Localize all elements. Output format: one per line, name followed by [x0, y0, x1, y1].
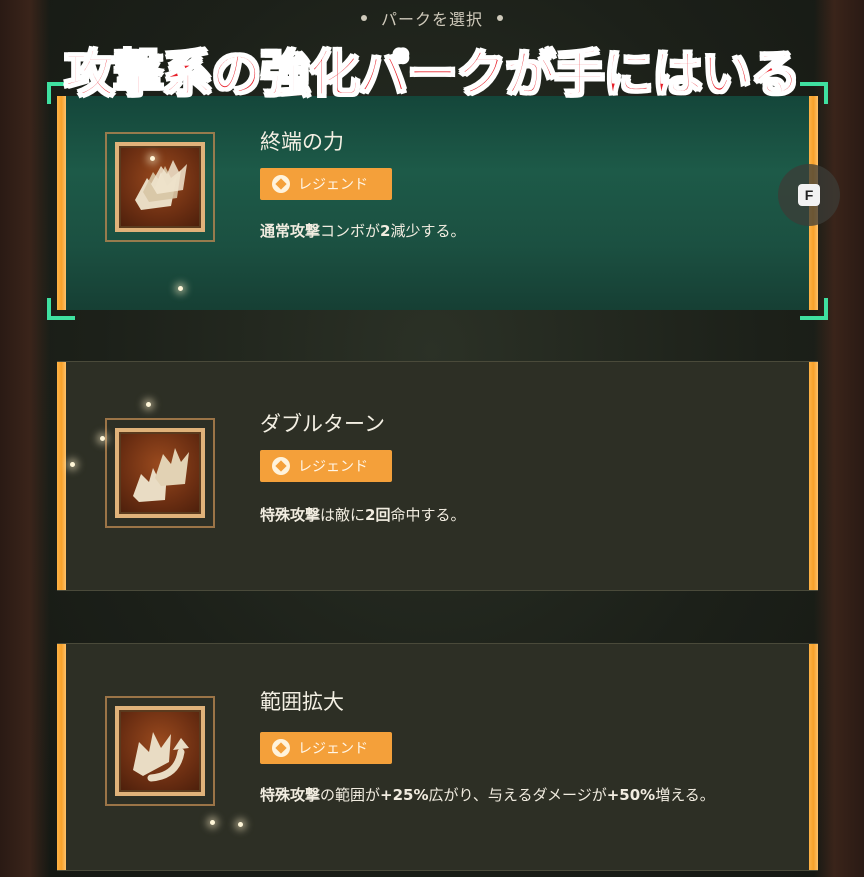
- card-border-right: [809, 362, 818, 590]
- perk-card-1[interactable]: 終端の力 レジェンド 通常攻撃コンボが2減少する。: [47, 82, 828, 320]
- perk-title: 終端の力: [260, 130, 344, 154]
- desc-text: 広がり、与えるダメージが: [428, 786, 607, 804]
- rarity-label: レジェンド: [298, 741, 368, 757]
- card-border-left: [57, 362, 66, 590]
- desc-term: 特殊攻撃: [260, 786, 321, 804]
- rarity-label: レジェンド: [298, 177, 368, 193]
- desc-value: +25%: [380, 786, 429, 804]
- sparkle-particle: [150, 156, 155, 161]
- sparkle-particle: [70, 462, 75, 467]
- card-border-right: [809, 644, 818, 870]
- background-left: [0, 0, 50, 877]
- sparkle-particle: [100, 436, 105, 441]
- perk-description: 特殊攻撃の範囲が+25%広がり、与えるダメージが+50%増える。: [260, 782, 760, 808]
- sparkle-particle: [178, 286, 183, 291]
- perk-title: 範囲拡大: [260, 690, 344, 714]
- perk-card-2[interactable]: ダブルターン レジェンド 特殊攻撃は敵に2回命中する。: [57, 361, 818, 591]
- desc-text: 減少する。: [390, 222, 466, 240]
- desc-term: 通常攻撃: [260, 222, 321, 240]
- legend-icon: [272, 175, 290, 193]
- desc-value: +50%: [606, 786, 656, 804]
- selection-corner-br: [800, 298, 828, 320]
- desc-text: 増える。: [655, 786, 715, 804]
- select-hotkey-button[interactable]: F: [778, 164, 840, 226]
- card-border-left: [57, 644, 66, 870]
- perk-description: 通常攻撃コンボが2減少する。: [260, 218, 760, 244]
- desc-text: の範囲が: [320, 786, 381, 804]
- card-border-left: [57, 96, 66, 310]
- legend-icon: [272, 739, 290, 757]
- desc-term: 特殊攻撃: [260, 506, 321, 524]
- double-claw-icon: [101, 414, 219, 532]
- rarity-label: レジェンド: [298, 459, 368, 475]
- legend-icon: [272, 457, 290, 475]
- perk-description: 特殊攻撃は敵に2回命中する。: [260, 502, 760, 528]
- perk-select-header: パークを選択: [0, 0, 864, 36]
- rarity-badge: レジェンド: [260, 168, 392, 200]
- sparkle-particle: [146, 402, 151, 407]
- selection-corner-bl: [47, 298, 75, 320]
- header-dot-right: [497, 15, 503, 21]
- desc-value: 2: [380, 222, 391, 240]
- background-right: [814, 0, 864, 877]
- header-title: パークを選択: [380, 10, 483, 29]
- header-dot-left: [360, 15, 367, 21]
- overlay-caption: 攻撃系の強化パークが手にはいる: [64, 44, 802, 104]
- desc-text: は敵に: [320, 506, 366, 524]
- claw-arrow-icon: [101, 692, 219, 810]
- sparkle-particle: [210, 820, 215, 825]
- desc-text: コンボが: [320, 222, 381, 240]
- desc-value: 2回: [365, 506, 391, 524]
- perk-card-3[interactable]: 範囲拡大 レジェンド 特殊攻撃の範囲が+25%広がり、与えるダメージが+50%増…: [57, 643, 818, 871]
- desc-text: 命中する。: [390, 506, 466, 524]
- triple-claw-icon: [101, 128, 219, 246]
- rarity-badge: レジェンド: [260, 450, 392, 482]
- sparkle-particle: [238, 822, 243, 827]
- rarity-badge: レジェンド: [260, 732, 392, 764]
- perk-title: ダブルターン: [260, 412, 385, 436]
- hotkey-f-icon: F: [798, 184, 820, 206]
